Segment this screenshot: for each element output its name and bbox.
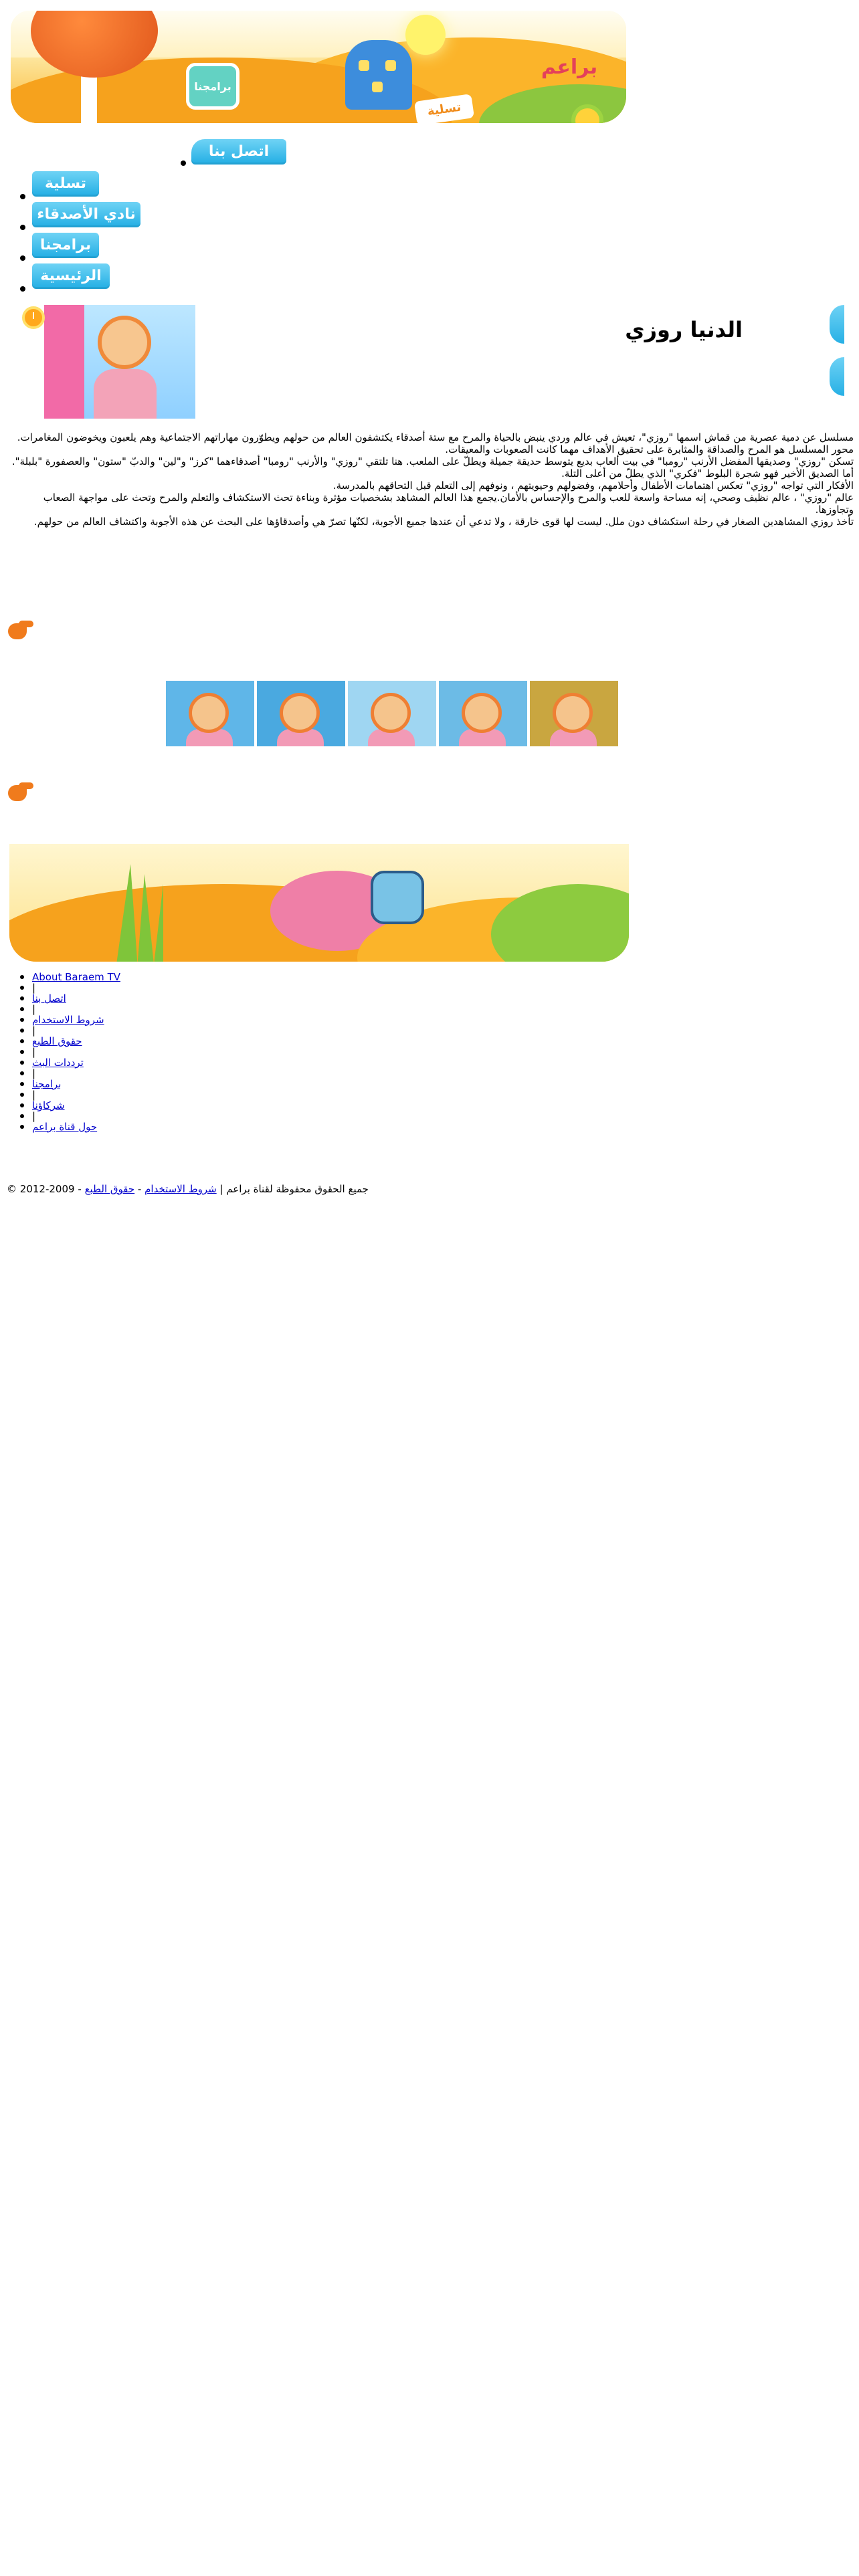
nav-contact-button[interactable]: اتصل بنا [191, 139, 286, 165]
footer-link-about[interactable]: About Baraem TV [32, 971, 120, 983]
image-wall [44, 305, 84, 419]
thumbnail[interactable] [530, 681, 618, 746]
footer-link-copyright[interactable]: حقوق الطبع [32, 1035, 82, 1047]
scroll-tab-down[interactable] [830, 357, 844, 396]
footer-banner [9, 844, 629, 962]
description-paragraph: تسكن "روزي" وصديقها المفضل الأرنب "رومبا… [11, 455, 854, 479]
footer-link-programs[interactable]: برامجنا [32, 1078, 61, 1090]
copyright-years: 2009-2012 © [7, 1183, 75, 1195]
character-body [94, 369, 157, 419]
show-description: مسلسل عن دمية عصرية من قماش اسمها "روزي"… [5, 431, 854, 528]
description-paragraph: تأخذ روزي المشاهدين الصغار في رحلة استكش… [33, 516, 854, 528]
finger-shape [19, 782, 33, 789]
list-bullet [20, 1125, 24, 1129]
house-icon [345, 40, 412, 110]
finger-shape [19, 621, 33, 627]
header-banner: برامجنا تسلية براعم [11, 11, 626, 123]
tv-icon[interactable]: برامجنا [186, 63, 240, 110]
clock-icon [22, 306, 45, 329]
list-bullet [20, 194, 25, 199]
rosie-character-image [44, 305, 195, 419]
description-paragraph: محور المسلسل هو المرح والصداقة والمثابرة… [445, 443, 854, 455]
list-bullet [20, 1061, 24, 1065]
list-bullet [20, 1114, 24, 1118]
list-bullet [20, 255, 25, 261]
copyright-terms-link[interactable]: شروط الاستخدام [145, 1183, 217, 1195]
footer-link-terms[interactable]: شروط الاستخدام [32, 1014, 104, 1026]
footer-link-about-channel[interactable]: حول قناة براعم [32, 1121, 97, 1133]
description-paragraph: عالم "روزي" ، عالم نظيف وصحي، إنه مساحة … [43, 492, 854, 516]
thumb-figure-head [553, 693, 593, 733]
thumb-figure-head [371, 693, 411, 733]
list-bullet [20, 975, 24, 979]
description-paragraph: الأفكار التي تواجه "روزي" تعكس اهتمامات … [332, 479, 854, 492]
pointer-hand-icon[interactable] [7, 780, 33, 807]
list-bullet [20, 1093, 24, 1097]
list-bullet [20, 1007, 24, 1011]
list-bullet [181, 160, 186, 166]
copyright-separator: | [219, 1183, 223, 1195]
thumbnail[interactable] [166, 681, 254, 746]
character-head [98, 316, 151, 369]
nav-fun-button[interactable]: تسلية [32, 171, 99, 197]
thumbnail[interactable] [348, 681, 436, 746]
nav-programs-button[interactable]: برامجنا [32, 233, 99, 258]
thumbnail[interactable] [439, 681, 527, 746]
house-window [385, 60, 396, 71]
house-window [359, 60, 369, 71]
thumb-figure-head [189, 693, 229, 733]
list-bullet [20, 1018, 24, 1022]
page-title: الدنيا روزي [625, 317, 743, 342]
thumbnail[interactable] [257, 681, 345, 746]
nav-home-button[interactable]: الرئيسية [32, 263, 110, 289]
sun-icon [405, 15, 446, 55]
episode-thumbnails [166, 681, 621, 746]
scroll-tab-up[interactable] [830, 305, 844, 344]
butterfly-icon [371, 871, 424, 924]
footer-link-contact[interactable]: اتصل بنا [32, 992, 66, 1004]
copyright-line: جميع الحقوق محفوظة لقناة براعم | شروط ال… [7, 1183, 369, 1195]
copyright-text: جميع الحقوق محفوظة لقناة براعم [226, 1183, 369, 1195]
list-bullet [20, 1071, 24, 1075]
nav-friends-club-button[interactable]: نادي الأصدقاء [32, 202, 140, 227]
baraem-logo[interactable]: براعم [533, 44, 606, 91]
list-bullet [20, 1029, 24, 1033]
pointer-hand-icon[interactable] [7, 618, 33, 645]
copyright-dash: - [78, 1183, 82, 1195]
footer-link-partners[interactable]: شركاؤنا [32, 1099, 65, 1111]
list-bullet [20, 286, 25, 292]
banner-hill [491, 884, 629, 962]
list-bullet [20, 1082, 24, 1086]
thumb-figure-head [280, 693, 320, 733]
footer-link-frequencies[interactable]: ترددات البث [32, 1057, 84, 1069]
list-bullet [20, 986, 24, 990]
copyright-dash: - [137, 1183, 142, 1195]
list-bullet [20, 1103, 24, 1107]
list-bullet [20, 1039, 24, 1043]
description-paragraph: مسلسل عن دمية عصرية من قماش اسمها "روزي"… [17, 431, 854, 443]
list-bullet [20, 225, 25, 230]
list-bullet [20, 1050, 24, 1054]
list-bullet [20, 996, 24, 1000]
house-window [372, 82, 383, 92]
copyright-rights-link[interactable]: حقوق الطبع [85, 1183, 135, 1195]
tv-label: برامجنا [194, 80, 231, 93]
thumb-figure-head [462, 693, 502, 733]
